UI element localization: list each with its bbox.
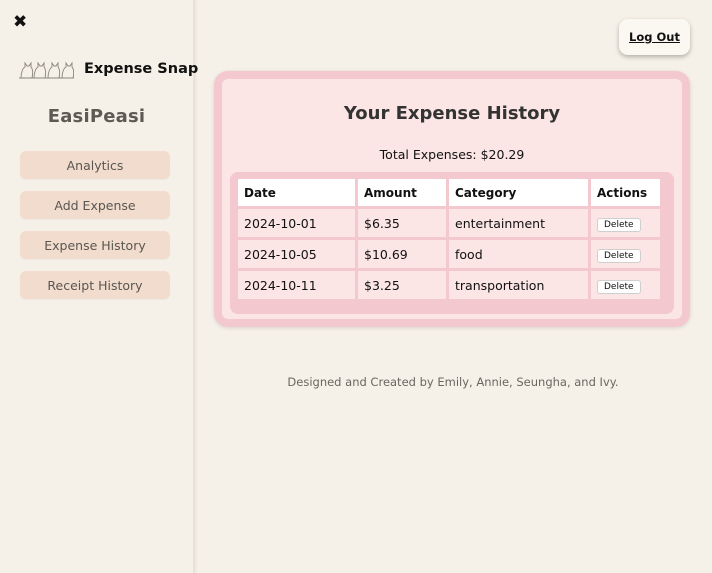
total-expenses: Total Expenses: $20.29 (379, 147, 525, 162)
cell-date: 2024-10-05 (238, 240, 355, 268)
cell-actions: Delete (591, 240, 660, 268)
nav-expense-history-button[interactable]: Expense History (20, 231, 170, 259)
delete-button[interactable]: Delete (597, 279, 641, 294)
cell-category: transportation (449, 271, 588, 299)
table-row: 2024-10-01 $6.35 entertainment Delete (238, 209, 660, 237)
cell-amount: $3.25 (358, 271, 446, 299)
header-date: Date (238, 179, 355, 206)
header-category: Category (449, 179, 588, 206)
expense-table: Date Amount Category Actions 2024-10-01 … (235, 176, 663, 302)
table-header-row: Date Amount Category Actions (238, 179, 660, 206)
nav-add-expense-button[interactable]: Add Expense (20, 191, 170, 219)
page-title: Your Expense History (343, 103, 561, 124)
footer-credit: Designed and Created by Emily, Annie, Se… (287, 375, 619, 389)
cell-amount: $6.35 (358, 209, 446, 237)
nav-receipt-history-button[interactable]: Receipt History (20, 271, 170, 299)
cell-category: entertainment (449, 209, 588, 237)
expense-table-container: Date Amount Category Actions 2024-10-01 … (230, 172, 674, 314)
brand: Expense Snap (19, 57, 198, 81)
brand-name: Expense Snap (84, 61, 199, 77)
nav-analytics-button[interactable]: Analytics (20, 151, 170, 179)
header-actions: Actions (591, 179, 660, 206)
cell-category: food (449, 240, 588, 268)
delete-button[interactable]: Delete (597, 248, 641, 263)
expense-history-card: Your Expense History Total Expenses: $20… (214, 71, 690, 327)
cell-date: 2024-10-01 (238, 209, 355, 237)
table-row: 2024-10-05 $10.69 food Delete (238, 240, 660, 268)
app-title: EasiPeasi (47, 106, 146, 127)
cell-amount: $10.69 (358, 240, 446, 268)
delete-button[interactable]: Delete (597, 217, 641, 232)
logout-button[interactable]: Log Out (619, 19, 690, 55)
sidebar: ✖ Expense Snap EasiPeasi Analytics Add E… (0, 0, 198, 573)
cell-date: 2024-10-11 (238, 271, 355, 299)
close-icon[interactable]: ✖ (13, 13, 31, 31)
table-row: 2024-10-11 $3.25 transportation Delete (238, 271, 660, 299)
cats-logo-icon (19, 61, 74, 79)
cell-actions: Delete (591, 209, 660, 237)
cell-actions: Delete (591, 271, 660, 299)
header-amount: Amount (358, 179, 446, 206)
